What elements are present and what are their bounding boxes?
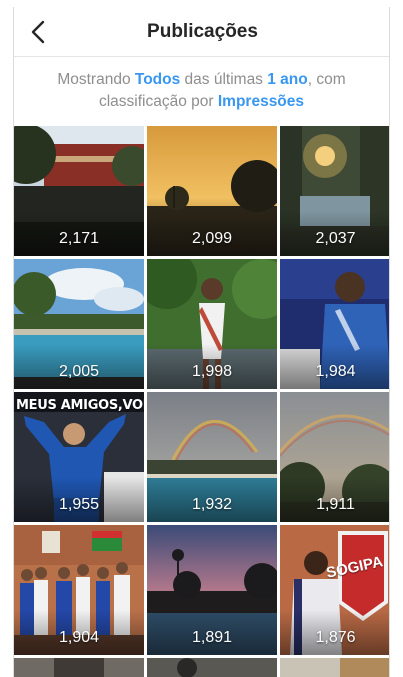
publications-screen: Publicações Mostrando Todos das últimas …: [13, 7, 390, 677]
post-tile[interactable]: MEUS AMIGOS,VOLTE 1,955: [14, 392, 144, 522]
impressions-count: 1,904: [58, 629, 100, 646]
post-tile[interactable]: 1,911: [280, 392, 389, 522]
impressions-count: 2,037: [315, 230, 356, 247]
filter-scope-link[interactable]: Todos: [135, 71, 180, 88]
post-tile[interactable]: SOGIPA 1,876: [280, 525, 389, 655]
post-thumbnail: [280, 658, 389, 677]
impressions-count: 1,876: [315, 629, 356, 646]
filter-prefix: Mostrando: [57, 71, 135, 88]
post-tile[interactable]: 2,099: [147, 126, 277, 256]
impressions-count: 1,911: [316, 496, 355, 513]
post-tile[interactable]: 1,904: [14, 525, 144, 655]
impressions-count: 2,171: [58, 230, 100, 247]
impressions-count: 1,932: [191, 496, 233, 513]
filter-summary: Mostrando Todos das últimas 1 ano, com c…: [24, 69, 379, 113]
post-tile[interactable]: [14, 658, 144, 677]
page-title: Publicações: [147, 21, 258, 42]
post-thumbnail: [14, 658, 144, 677]
post-tile[interactable]: [147, 658, 277, 677]
post-tile[interactable]: [280, 658, 389, 677]
top-bar: Publicações: [14, 7, 389, 57]
impressions-count: 1,891: [191, 629, 233, 646]
post-tile[interactable]: 1,998: [147, 259, 277, 389]
filter-period-link[interactable]: 1 ano: [267, 71, 307, 88]
post-tile[interactable]: 1,891: [147, 525, 277, 655]
impressions-count: 1,984: [315, 363, 356, 380]
post-thumbnail: [147, 658, 277, 677]
impressions-count: 2,099: [191, 230, 233, 247]
post-tile[interactable]: 1,932: [147, 392, 277, 522]
post-tile[interactable]: 2,005: [14, 259, 144, 389]
thumbnail-caption: MEUS AMIGOS,VOLTE: [16, 398, 144, 413]
impressions-count: 2,005: [58, 363, 100, 380]
impressions-count: 1,955: [58, 496, 100, 513]
post-tile[interactable]: 2,171: [14, 126, 144, 256]
post-tile[interactable]: 1,984: [280, 259, 389, 389]
post-tile[interactable]: 2,037: [280, 126, 389, 256]
filter-middle: das últimas: [180, 71, 268, 88]
impressions-count: 1,998: [191, 363, 233, 380]
filter-metric-link[interactable]: Impressões: [218, 93, 304, 110]
